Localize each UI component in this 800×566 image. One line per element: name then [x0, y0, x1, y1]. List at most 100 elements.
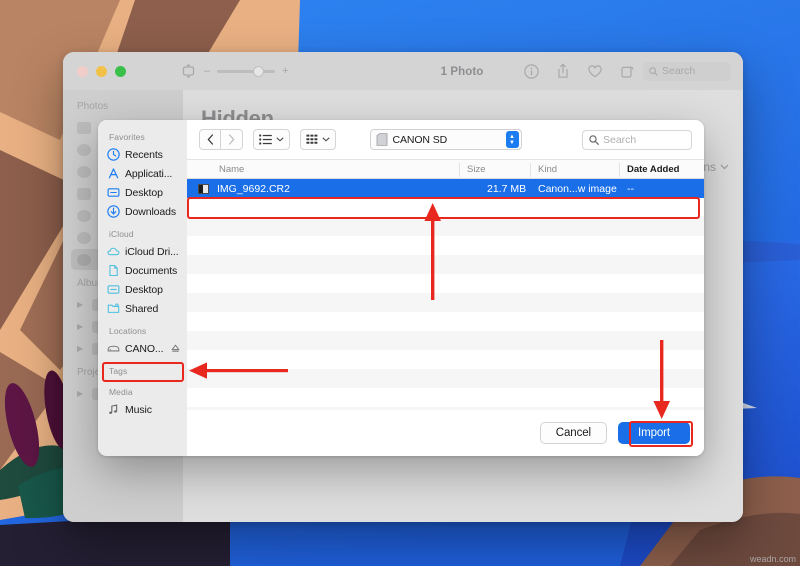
desktop-background: – + 1 Photo Search Photos Albums ▶ ▶ ▶ P… [0, 0, 800, 566]
sidebar-item-desktop[interactable]: Desktop [98, 183, 187, 202]
chevron-down-icon [276, 137, 284, 142]
sidebar-item-label: CANO... [125, 342, 164, 355]
chevron-right-icon[interactable]: ▶ [77, 300, 85, 309]
chevron-right-icon[interactable]: ▶ [77, 322, 85, 331]
dialog-content: CANON SD ▲ ▼ Search Name Size Kind Date … [187, 120, 704, 456]
sidebar-item-label: Applicati... [125, 167, 173, 180]
chevron-down-icon [720, 164, 729, 170]
info-icon[interactable] [524, 63, 539, 79]
share-icon[interactable] [556, 63, 570, 79]
import-button[interactable]: Import [618, 422, 690, 444]
photos-options-menu[interactable]: ns [703, 160, 729, 174]
recently-deleted-icon [77, 231, 91, 244]
sidebar-section-media: Media [109, 387, 133, 397]
sidebar-item-icloud-desktop[interactable]: Desktop [98, 280, 187, 299]
sidebar-item-canon-sd[interactable]: CANO... [98, 339, 187, 358]
sidebar-item-label: Music [125, 403, 152, 416]
column-header-name[interactable]: Name [219, 164, 244, 175]
sidebar-item-label: iCloud Dri... [125, 245, 179, 258]
location-popup-button[interactable]: CANON SD ▲ ▼ [369, 129, 522, 150]
sidebar-item-shared[interactable]: Shared [98, 299, 187, 318]
column-divider[interactable] [619, 163, 620, 177]
sidebar-item-applications[interactable]: Applicati... [98, 164, 187, 183]
sidebar-item-music[interactable]: Music [98, 400, 187, 419]
downloads-icon [107, 205, 120, 218]
raw-file-icon [198, 183, 209, 194]
sidebar-section-tags: Tags [109, 366, 128, 376]
eject-icon[interactable] [171, 344, 180, 353]
file-name: IMG_9692.CR2 [217, 182, 290, 195]
imports-icon [77, 187, 91, 200]
rotate-icon[interactable] [620, 64, 635, 79]
sidebar-section-favorites: Favorites [109, 132, 145, 142]
window-controls[interactable] [63, 65, 126, 77]
empty-row [187, 369, 704, 388]
dialog-search-field[interactable]: Search [582, 129, 692, 150]
dialog-toolbar: CANON SD ▲ ▼ Search [187, 120, 704, 159]
sidebar-item-downloads[interactable]: Downloads [98, 202, 187, 221]
watermark: weadn.com [749, 554, 796, 564]
column-header-size[interactable]: Size [467, 164, 485, 175]
sidebar-section-locations: Locations [109, 326, 147, 336]
chevron-right-icon[interactable]: ▶ [77, 344, 85, 353]
navigation-buttons[interactable] [199, 129, 243, 150]
list-view-icon [259, 134, 272, 145]
people-icon [77, 165, 91, 178]
sidebar-item-documents[interactable]: Documents [98, 261, 187, 280]
back-button[interactable] [199, 129, 221, 150]
dialog-footer: Cancel Import [187, 410, 704, 456]
document-icon [109, 264, 118, 277]
empty-row [187, 293, 704, 312]
sidebar-item-icloud-drive[interactable]: iCloud Dri... [98, 242, 187, 261]
empty-row [187, 236, 704, 255]
file-kind: Canon...w image [538, 182, 617, 195]
photos-search-placeholder: Search [662, 65, 696, 77]
file-date-added: -- [627, 182, 634, 195]
photos-sidebar-section-photos: Photos [77, 101, 109, 112]
empty-row [187, 331, 704, 350]
group-by-button[interactable] [300, 129, 336, 150]
shared-folder-icon [107, 303, 120, 313]
sidebar-item-recents[interactable]: Recents [98, 145, 187, 164]
sidebar-item-label: Desktop [125, 186, 163, 199]
empty-row [187, 198, 704, 217]
close-window-button[interactable] [77, 65, 88, 77]
sd-card-icon [376, 133, 387, 146]
chevron-down-icon [322, 137, 330, 142]
empty-row [187, 255, 704, 274]
cancel-button[interactable]: Cancel [539, 422, 607, 444]
photos-toolbar-icons[interactable] [524, 63, 635, 79]
library-icon [77, 121, 91, 134]
dialog-sidebar[interactable]: Favorites Recents Applicati... Desktop D… [98, 120, 187, 456]
sidebar-section-icloud: iCloud [109, 229, 134, 239]
column-header-date-added[interactable]: Date Added [627, 164, 679, 175]
heart-icon[interactable] [587, 64, 603, 78]
zoom-window-button[interactable] [115, 65, 126, 77]
chevron-right-icon[interactable]: ▶ [77, 389, 85, 398]
column-divider[interactable] [459, 163, 460, 177]
memories-icon [77, 143, 91, 156]
column-divider[interactable] [530, 163, 531, 177]
photos-search-field[interactable]: Search [643, 61, 731, 81]
column-header-row[interactable]: Name Size Kind Date Added [187, 159, 704, 179]
empty-row [187, 312, 704, 331]
chevron-right-icon [228, 134, 235, 145]
clock-icon [107, 148, 120, 161]
sidebar-item-label: Recents [125, 148, 163, 161]
dialog-search-placeholder: Search [603, 133, 637, 146]
table-row[interactable]: IMG_9692.CR2 21.7 MB Canon...w image -- [187, 179, 704, 198]
hidden-icon [77, 253, 91, 266]
location-stepper-icon[interactable]: ▲ ▼ [505, 131, 519, 148]
minimize-window-button[interactable] [96, 65, 107, 77]
desktop-icon [107, 188, 120, 197]
group-view-icon [306, 134, 318, 144]
shared-icon [77, 209, 91, 222]
sidebar-item-label: Desktop [125, 283, 163, 296]
list-view-button[interactable] [253, 129, 290, 150]
forward-button[interactable] [221, 129, 243, 150]
import-file-dialog[interactable]: Favorites Recents Applicati... Desktop D… [98, 120, 704, 456]
external-drive-icon [107, 345, 120, 352]
sidebar-item-label: Downloads [125, 205, 177, 218]
column-header-kind[interactable]: Kind [538, 164, 557, 175]
file-list[interactable]: IMG_9692.CR2 21.7 MB Canon...w image -- [187, 179, 704, 410]
